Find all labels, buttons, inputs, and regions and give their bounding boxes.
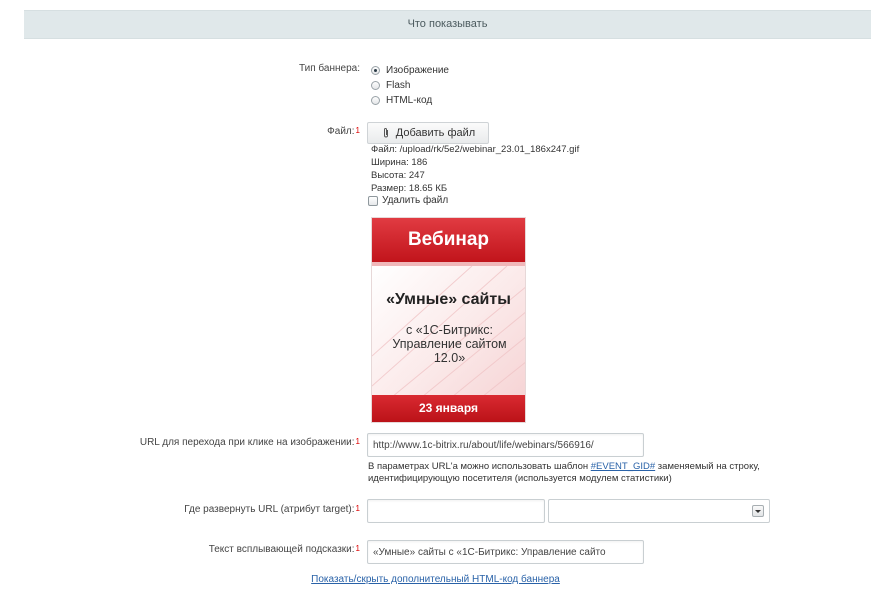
file-path: Файл: /upload/rk/5e2/webinar_23.01_186x2…	[371, 144, 580, 155]
banner-type-label: Тип баннера:	[298, 63, 360, 74]
tooltip-input[interactable]	[367, 540, 644, 564]
banner-top-heading: Вебинар	[372, 218, 525, 262]
radio-button-image[interactable]	[371, 65, 380, 75]
file-size: Размер: 18.65 КБ	[371, 183, 448, 194]
delete-file-checkbox[interactable]	[368, 195, 378, 206]
target-input[interactable]	[367, 499, 545, 523]
banner-date: 23 января	[372, 395, 525, 422]
banner-subtitle: с «1С-Битрикс: Управление сайтом 12.0»	[392, 323, 507, 365]
file-label-text: Файл:	[327, 126, 355, 137]
radio-option-html[interactable]: HTML-код	[371, 93, 432, 107]
file-label: Файл:1	[327, 126, 360, 137]
radio-label-image: Изображение	[386, 64, 449, 76]
url-label: URL для перехода при клике на изображени…	[140, 437, 360, 448]
file-height: Высота: 247	[371, 170, 425, 181]
target-label-text: Где развернуть URL (атрибут target):	[184, 504, 355, 515]
target-label: Где развернуть URL (атрибут target):1	[184, 504, 360, 515]
paperclip-icon	[383, 128, 388, 138]
tooltip-label-text: Текст всплывающей подсказки:	[208, 544, 355, 555]
url-hint-text-before: В параметрах URL'а можно использовать ша…	[368, 461, 591, 472]
required-mark: 1	[355, 437, 360, 446]
event-gid-link[interactable]: #EVENT_GID#	[591, 461, 655, 472]
url-label-text: URL для перехода при клике на изображени…	[139, 437, 355, 448]
target-select[interactable]	[548, 499, 770, 523]
add-file-button-label: Добавить файл	[395, 127, 476, 139]
tooltip-label: Текст всплывающей подсказки:1	[209, 544, 360, 555]
required-mark: 1	[355, 544, 360, 553]
radio-button-html[interactable]	[371, 95, 380, 105]
radio-label-html: HTML-код	[386, 94, 433, 106]
file-width: Ширина: 186	[371, 157, 428, 168]
section-header-what-to-show: Что показывать	[24, 10, 871, 39]
add-file-button[interactable]: Добавить файл	[367, 122, 489, 144]
radio-button-flash[interactable]	[371, 80, 380, 90]
toggle-html-code-link[interactable]: Показать/скрыть дополнительный HTML-код …	[0, 574, 871, 585]
url-input[interactable]	[367, 433, 644, 457]
required-mark: 1	[355, 126, 360, 135]
radio-label-flash: Flash	[386, 79, 411, 91]
radio-option-flash[interactable]: Flash	[371, 78, 410, 92]
url-hint: В параметрах URL'а можно использовать ша…	[368, 461, 808, 485]
dropdown-arrow-icon[interactable]	[752, 505, 764, 517]
banner-title: «Умные» сайты	[386, 291, 511, 308]
delete-file-label: Удалить файл	[382, 195, 449, 206]
radio-option-image[interactable]: Изображение	[371, 63, 449, 77]
delete-file-option[interactable]: Удалить файл	[368, 195, 448, 206]
required-mark: 1	[355, 504, 360, 513]
banner-preview-image: Вебинар «Умные» сайты с «1С-Битрикс: Упр…	[371, 217, 526, 423]
